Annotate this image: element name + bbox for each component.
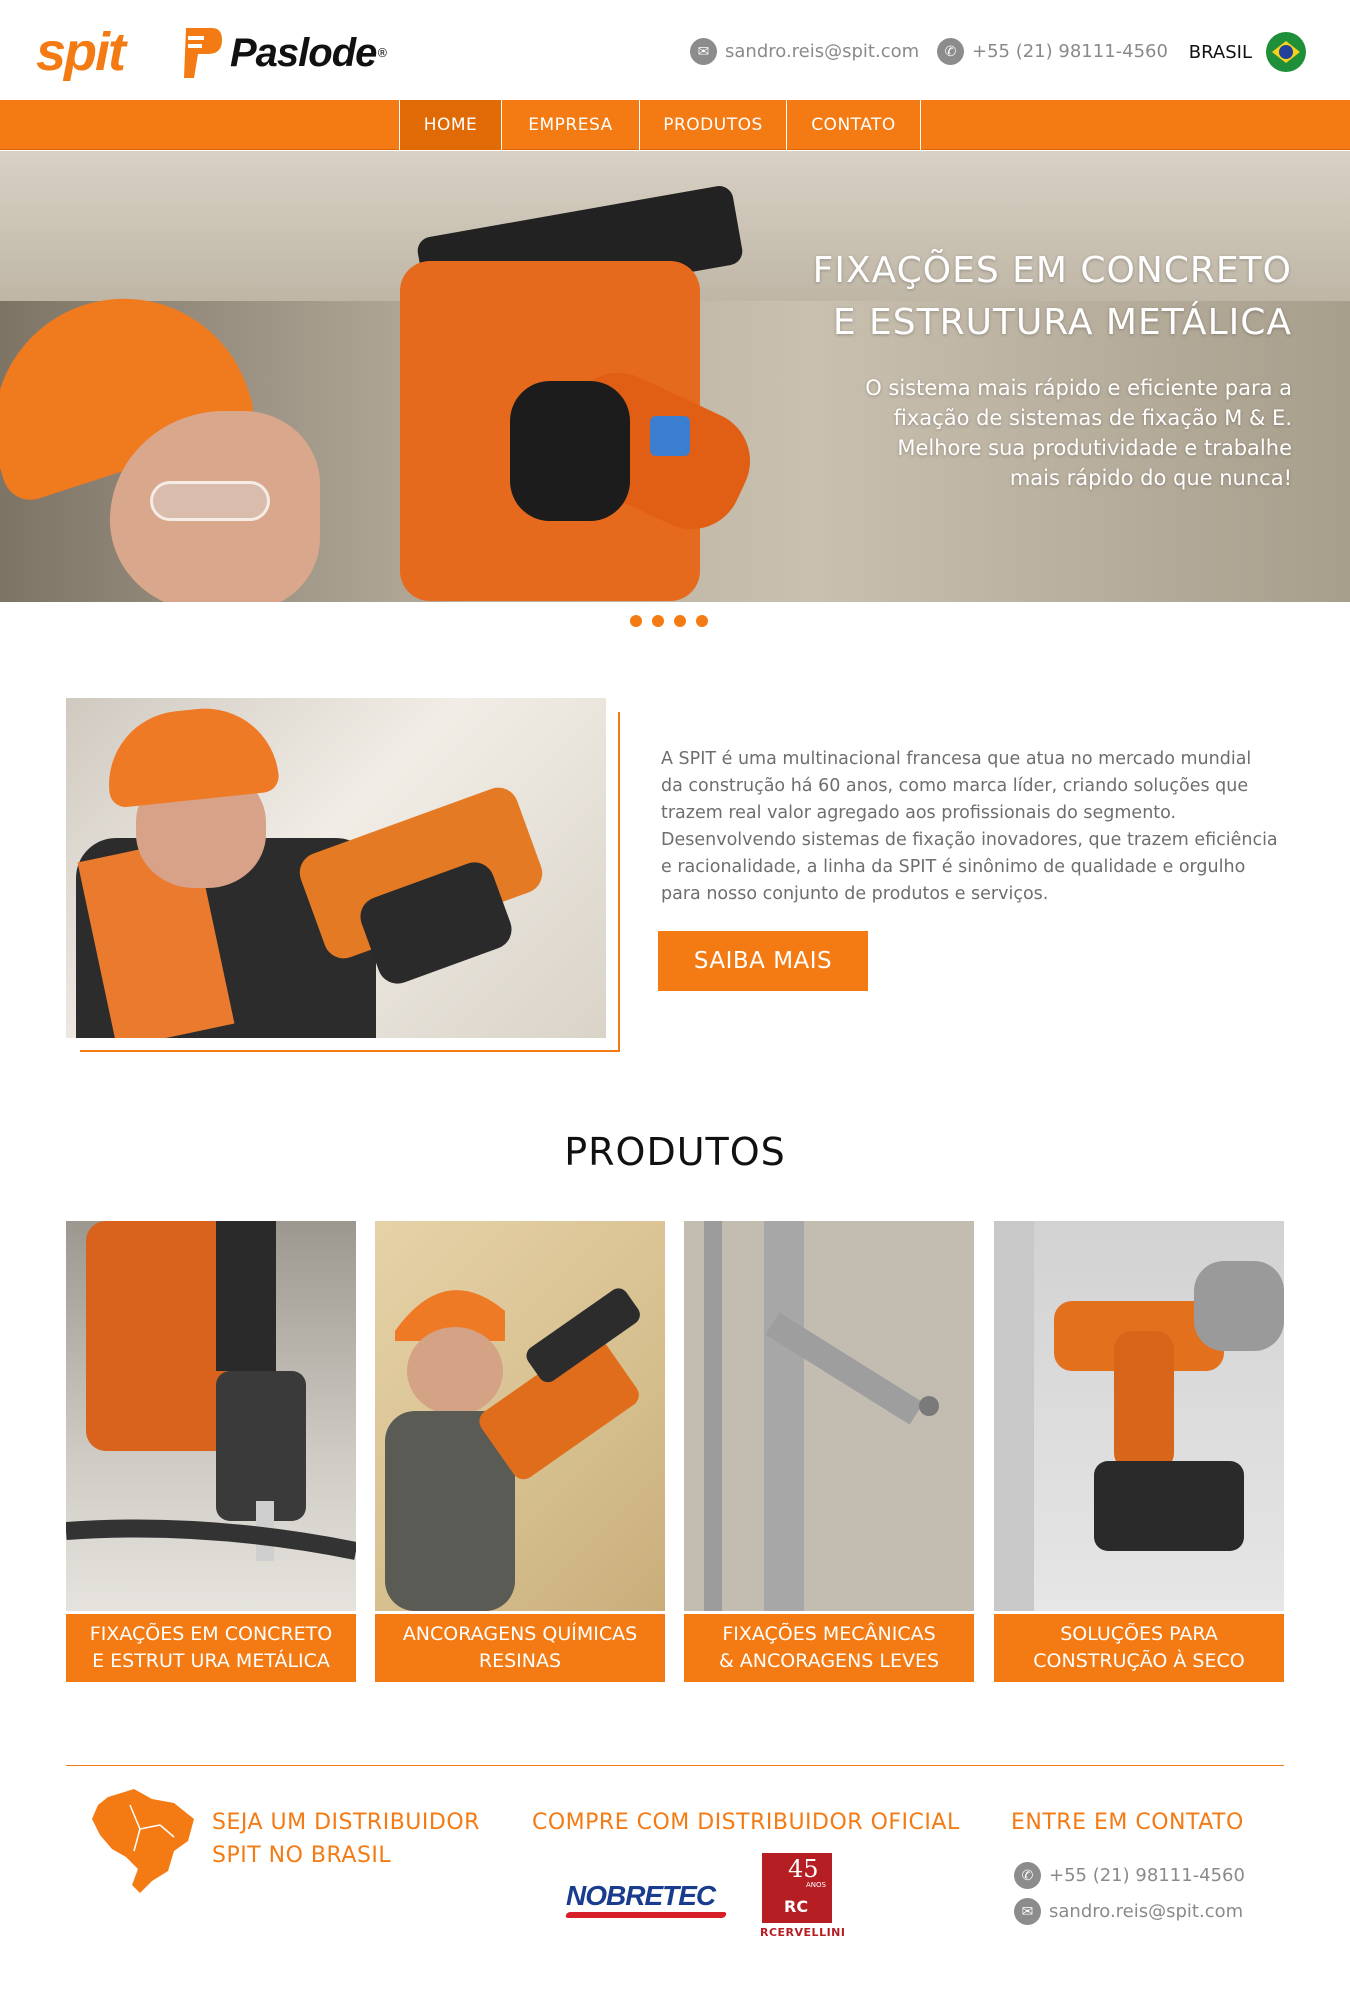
about-line: trazem real valor agregado aos profissio… xyxy=(661,803,1177,823)
contact-title: ENTRE EM CONTATO xyxy=(1011,1810,1244,1835)
brazil-map-icon xyxy=(90,1785,198,1895)
hero-sub-line: fixação de sistemas de fixação M & E. xyxy=(893,406,1292,430)
caption-line: CONSTRUÇÃO À SECO xyxy=(1033,1650,1245,1672)
distributor-line: SEJA UM DISTRIBUIDOR xyxy=(212,1810,480,1835)
spit-logo[interactable]: spit xyxy=(36,22,126,82)
product-card-quimicas[interactable]: ANCORAGENS QUÍMICAS RESINAS xyxy=(375,1221,665,1682)
nobretec-swoosh xyxy=(564,1912,728,1918)
nav-item-home[interactable]: HOME xyxy=(400,100,502,150)
caption-line: SOLUÇÕES PARA xyxy=(1060,1623,1218,1645)
about-line: da construção há 60 anos, como marca líd… xyxy=(661,776,1249,796)
hero-title-line: E ESTRUTURA METÁLICA xyxy=(832,302,1292,343)
buy-title: COMPRE COM DISTRIBUIDOR OFICIAL xyxy=(532,1810,960,1835)
caption-line: FIXAÇÕES EM CONCRETO xyxy=(89,1623,333,1645)
nav-item-produtos[interactable]: PRODUTOS xyxy=(640,100,787,150)
country-selector[interactable]: BRASIL xyxy=(1189,32,1306,72)
product-card-concreto[interactable]: FIXAÇÕES EM CONCRETO E ESTRUT URA METÁLIC… xyxy=(66,1221,356,1682)
about-line: A SPIT é uma multinacional francesa que … xyxy=(661,749,1252,769)
slider-dots xyxy=(630,615,708,627)
about-line: Desenvolvendo sistemas de fixação inovad… xyxy=(661,830,1278,850)
hero-subtitle: O sistema mais rápido e eficiente para a… xyxy=(772,373,1292,493)
hero-safety-glasses xyxy=(150,481,270,521)
country-label: BRASIL xyxy=(1188,41,1252,63)
phone-icon: ✆ xyxy=(1014,1862,1041,1889)
footer-divider xyxy=(66,1765,1284,1766)
nav-menu: HOME EMPRESA PRODUTOS CONTATO xyxy=(399,100,921,150)
about-line: e racionalidade, a linha da SPIT é sinôn… xyxy=(661,857,1246,877)
product-caption: FIXAÇÕES EM CONCRETO E ESTRUT URA METÁLIC… xyxy=(66,1614,356,1682)
caption-line: E ESTRUT URA METÁLICA xyxy=(92,1650,330,1672)
paslode-mark-icon xyxy=(182,24,224,82)
product-card-construcao-seco[interactable]: SOLUÇÕES PARA CONSTRUÇÃO À SECO xyxy=(994,1221,1284,1682)
nav-item-empresa[interactable]: EMPRESA xyxy=(502,100,640,150)
header-phone-text: +55 (21) 98111-4560 xyxy=(972,41,1168,62)
hero-sub-line: O sistema mais rápido e eficiente para a xyxy=(865,376,1292,400)
product-card-mecanicas[interactable]: FIXAÇÕES MECÂNICAS & ANCORAGENS LEVES xyxy=(684,1221,974,1682)
footer-phone[interactable]: ✆ +55 (21) 98111-4560 xyxy=(1014,1862,1245,1889)
header-email-text: sandro.reis@spit.com xyxy=(725,41,920,62)
caption-line: RESINAS xyxy=(478,1650,562,1672)
hero-title: FIXAÇÕES EM CONCRETO E ESTRUTURA METÁLIC… xyxy=(813,245,1292,349)
rc-initials: RC xyxy=(784,1897,809,1916)
registered-mark: ® xyxy=(376,46,389,60)
mail-icon: ✉ xyxy=(690,38,717,65)
paslode-wordmark: Paslode xyxy=(230,30,377,75)
product-caption: SOLUÇÕES PARA CONSTRUÇÃO À SECO xyxy=(994,1614,1284,1682)
header-phone[interactable]: ✆ +55 (21) 98111-4560 xyxy=(937,38,1168,65)
slider-dot[interactable] xyxy=(674,615,686,627)
caption-line: ANCORAGENS QUÍMICAS xyxy=(402,1623,638,1645)
hero-glove xyxy=(510,381,630,521)
hero-sub-line: mais rápido do que nunca! xyxy=(1009,466,1292,490)
saiba-mais-button[interactable]: SAIBA MAIS xyxy=(658,931,868,991)
rc-years: 45 xyxy=(788,1855,819,1883)
brazil-flag-icon xyxy=(1266,32,1306,72)
rc-anos: ANOS xyxy=(806,1881,826,1889)
product-image xyxy=(684,1221,974,1611)
slider-dot[interactable] xyxy=(630,615,642,627)
distributor-cta[interactable]: SEJA UM DISTRIBUIDOR SPIT NO BRASIL xyxy=(212,1806,480,1872)
main-nav: HOME EMPRESA PRODUTOS CONTATO xyxy=(0,100,1350,150)
hero-tool-screen xyxy=(650,416,690,456)
rcervellini-logo[interactable]: 45 ANOS RC xyxy=(762,1853,832,1923)
distributor-line: SPIT NO BRASIL xyxy=(212,1843,392,1868)
product-image xyxy=(994,1221,1284,1611)
products-title: PRODUTOS xyxy=(564,1130,786,1174)
slider-dot[interactable] xyxy=(652,615,664,627)
hero-title-line: FIXAÇÕES EM CONCRETO xyxy=(812,250,1292,291)
product-image xyxy=(66,1221,356,1611)
caption-line: FIXAÇÕES MECÂNICAS xyxy=(722,1623,936,1645)
nobretec-logo[interactable]: NOBRETEC xyxy=(566,1880,716,1912)
product-image xyxy=(375,1221,665,1611)
footer-email-text: sandro.reis@spit.com xyxy=(1049,1901,1244,1922)
about-image xyxy=(66,698,606,1038)
caption-line: & ANCORAGENS LEVES xyxy=(718,1650,940,1672)
rcervellini-name: RCERVELLINI xyxy=(760,1926,846,1939)
footer-phone-text: +55 (21) 98111-4560 xyxy=(1049,1865,1245,1886)
product-caption: ANCORAGENS QUÍMICAS RESINAS xyxy=(375,1614,665,1682)
about-text: A SPIT é uma multinacional francesa que … xyxy=(661,746,1286,908)
phone-icon: ✆ xyxy=(937,38,964,65)
paslode-logo[interactable]: Paslode ® xyxy=(182,22,388,84)
slider-dot[interactable] xyxy=(696,615,708,627)
product-caption: FIXAÇÕES MECÂNICAS & ANCORAGENS LEVES xyxy=(684,1614,974,1682)
hero-sub-line: Melhore sua produtividade e trabalhe xyxy=(897,436,1292,460)
footer-email[interactable]: ✉ sandro.reis@spit.com xyxy=(1014,1898,1243,1925)
nav-item-contato[interactable]: CONTATO xyxy=(787,100,921,150)
mail-icon: ✉ xyxy=(1014,1898,1041,1925)
header-email[interactable]: ✉ sandro.reis@spit.com xyxy=(690,38,919,65)
about-line: para nosso conjunto de produtos e serviç… xyxy=(661,884,1049,904)
